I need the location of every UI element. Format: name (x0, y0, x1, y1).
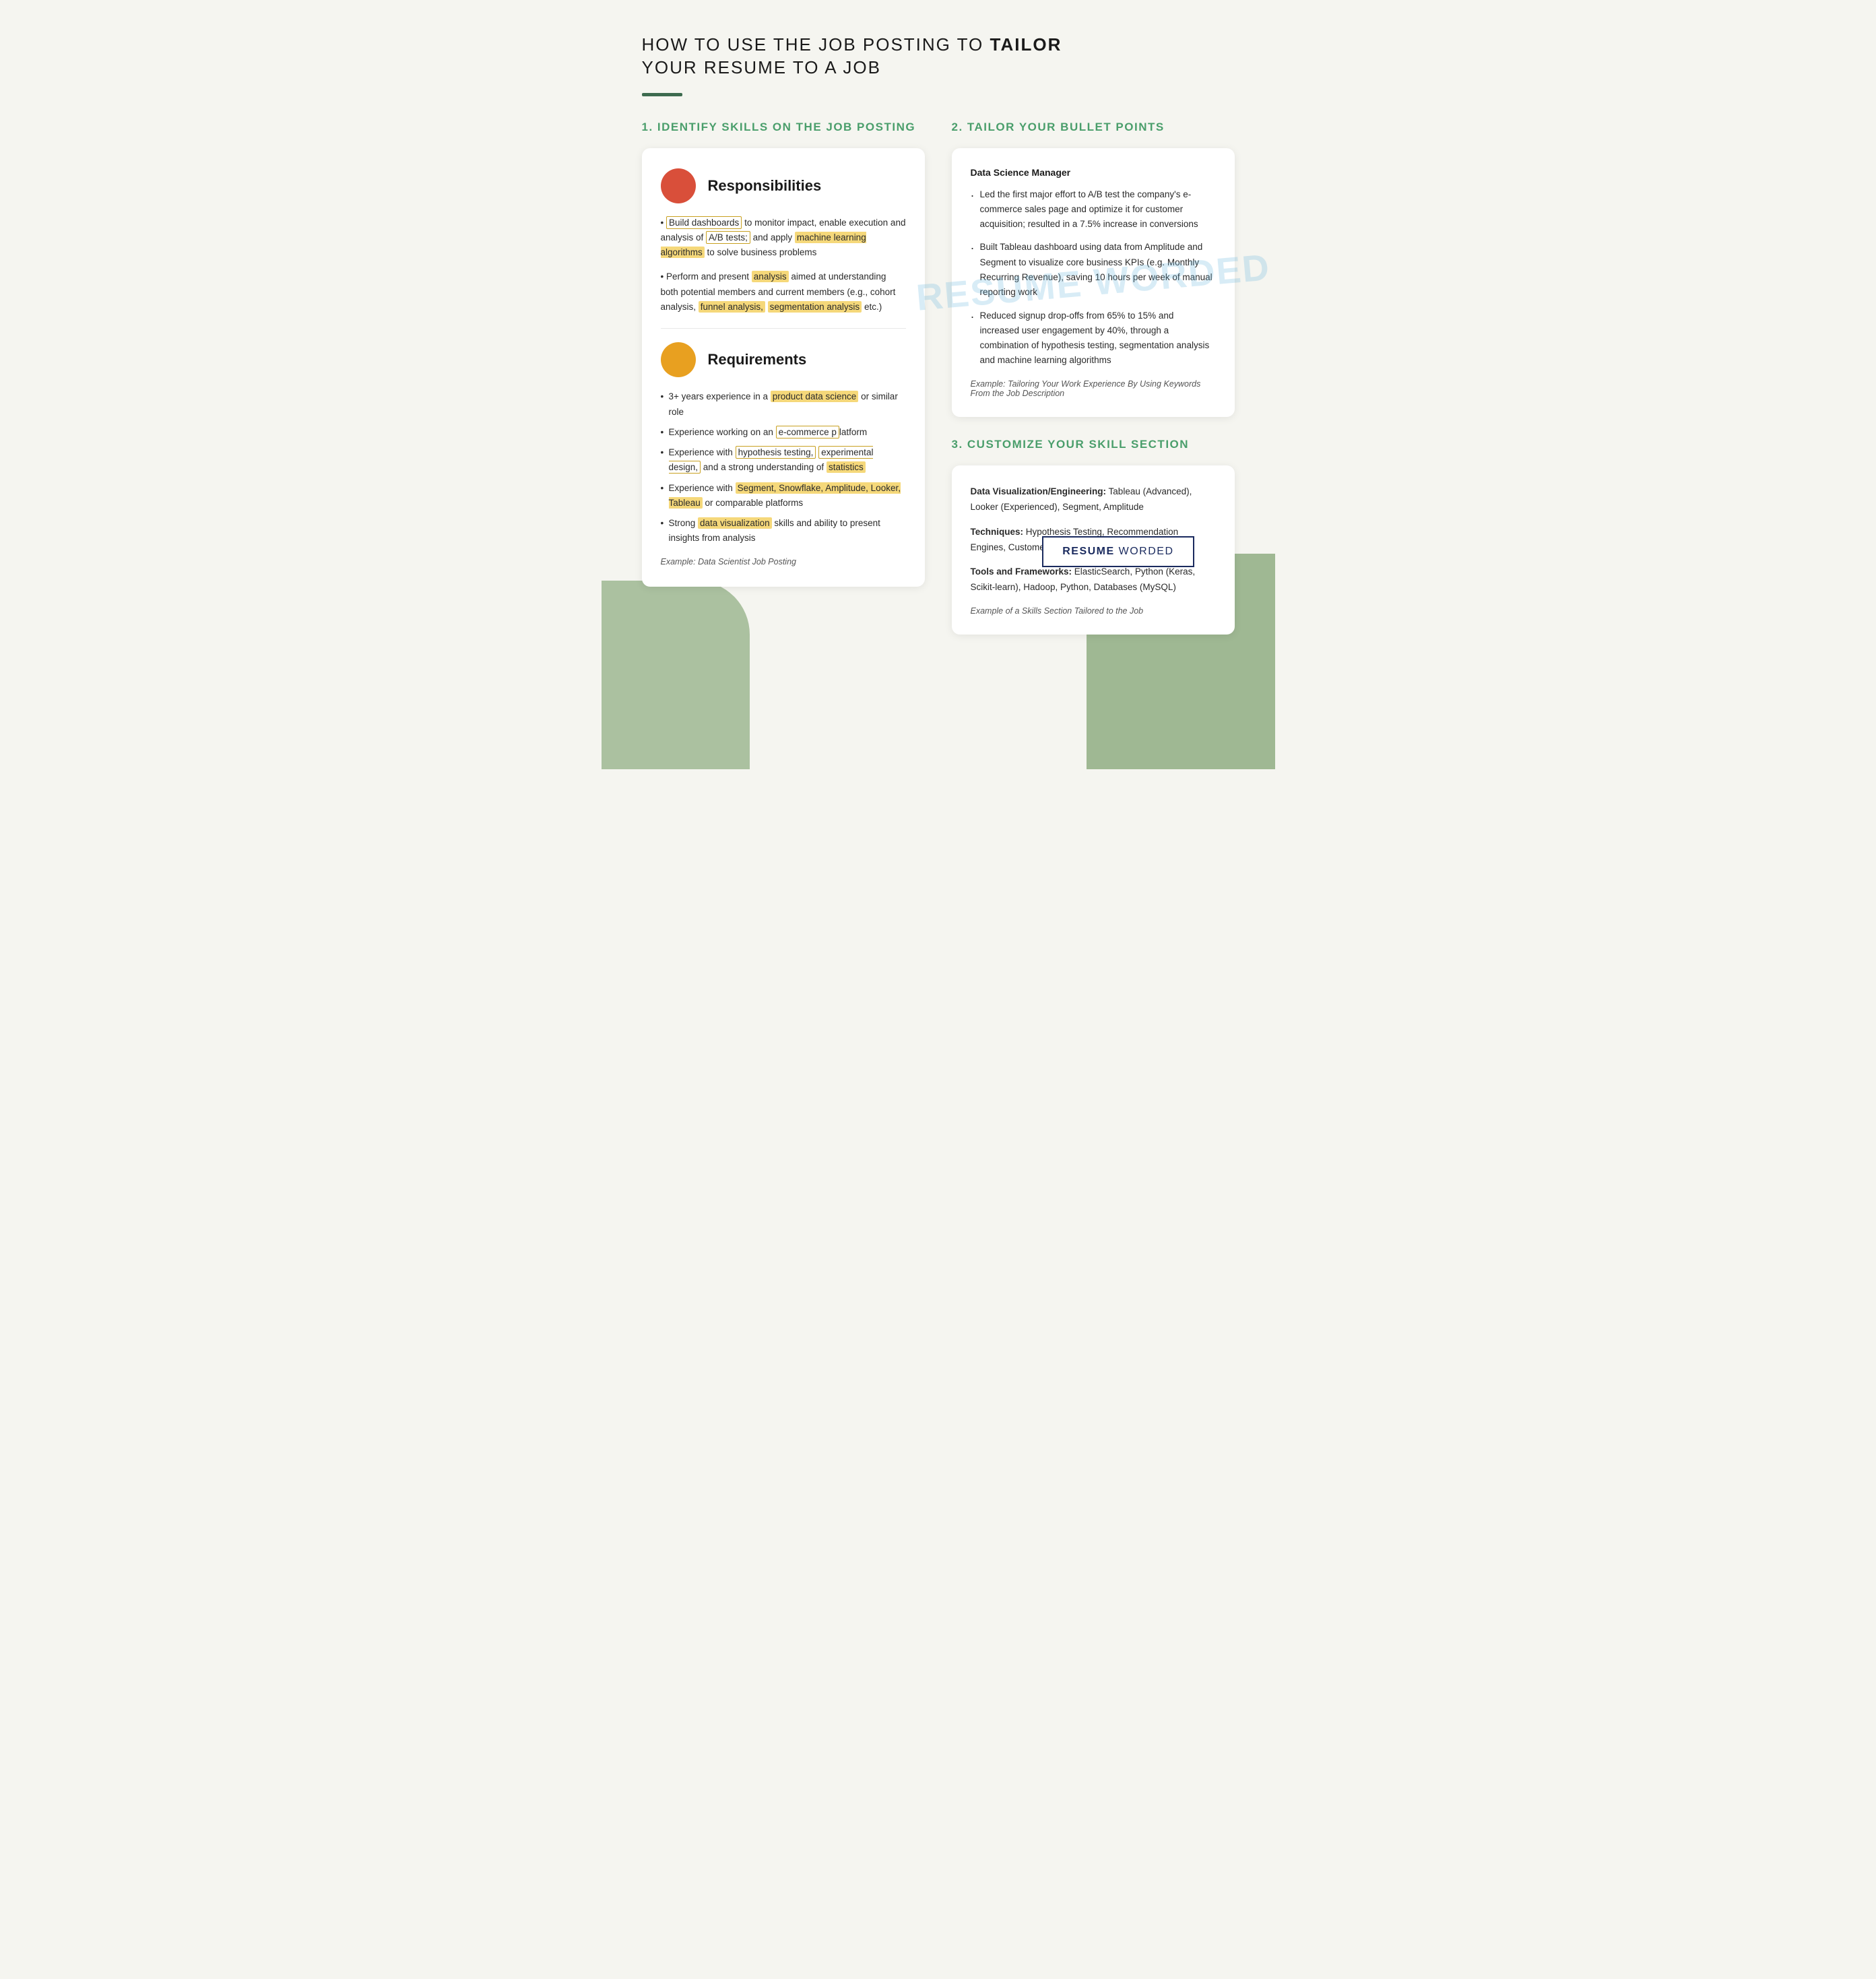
req-item-2: Experience working on an e-commerce plat… (661, 425, 906, 440)
highlight-ab-tests: A/B tests; (706, 231, 750, 244)
responsibilities-title: Responsibilities (708, 177, 822, 195)
job-posting-card: Responsibilities • Build dashboards to m… (642, 148, 925, 587)
red-circle-icon (661, 168, 696, 203)
responsibilities-header: Responsibilities (661, 168, 906, 203)
highlight-ecommerce: e-commerce p (776, 426, 839, 439)
section2-heading: 2. TAILOR YOUR BULLET POINTS (952, 120, 1235, 135)
highlight-segmentation-analysis: segmentation analysis (768, 301, 862, 313)
section2-example: Example: Tailoring Your Work Experience … (971, 379, 1216, 398)
yellow-circle-icon (661, 342, 696, 377)
req-item-1: 3+ years experience in a product data sc… (661, 389, 906, 420)
highlight-build-dashboards: Build dashboards (666, 216, 742, 229)
badge-label: RESUME WORDED (1062, 546, 1173, 557)
skills-line1: Data Visualization/Engineering: Tableau … (971, 484, 1216, 515)
page-title: HOW TO USE THE JOB POSTING TO TAILOR YOU… (642, 34, 1235, 79)
highlight-tools: Segment, Snowflake, Amplitude, Looker, T… (669, 482, 901, 509)
highlight-analysis: analysis (752, 271, 789, 282)
req-item-3: Experience with hypothesis testing, expe… (661, 445, 906, 476)
req-item-5: Strong data visualization skills and abi… (661, 516, 906, 546)
section3-example: Example of a Skills Section Tailored to … (971, 606, 1216, 616)
resume-worded-badge: RESUME WORDED (1042, 536, 1194, 567)
bullet-2: Built Tableau dashboard using data from … (971, 240, 1216, 300)
highlight-statistics: statistics (827, 461, 866, 473)
left-column: 1. IDENTIFY SKILLS ON THE JOB POSTING Re… (642, 120, 925, 587)
section1-example: Example: Data Scientist Job Posting (661, 557, 906, 566)
resp-para1: • Build dashboards to monitor impact, en… (661, 216, 906, 261)
requirements-header: Requirements (661, 342, 906, 377)
resp-para2: • Perform and present analysis aimed at … (661, 269, 906, 315)
requirements-list: 3+ years experience in a product data sc… (661, 389, 906, 546)
skills-line3: Tools and Frameworks: ElasticSearch, Pyt… (971, 564, 1216, 595)
job-title: Data Science Manager (971, 167, 1216, 178)
highlight-funnel-analysis: funnel analysis, (699, 301, 765, 313)
bullet-points-card: Data Science Manager Led the first major… (952, 148, 1235, 417)
section3-heading: 3. CUSTOMIZE YOUR SKILL SECTION (952, 437, 1235, 452)
title-underline (642, 93, 682, 96)
section1-heading: 1. IDENTIFY SKILLS ON THE JOB POSTING (642, 120, 925, 135)
bullet-1: Led the first major effort to A/B test t… (971, 187, 1216, 232)
req-item-4: Experience with Segment, Snowflake, Ampl… (661, 481, 906, 511)
requirements-title: Requirements (708, 351, 807, 368)
bullet-3: Reduced signup drop-offs from 65% to 15%… (971, 309, 1216, 368)
highlight-data-vis: data visualization (698, 517, 772, 529)
highlight-hypothesis: hypothesis testing, (736, 446, 816, 459)
card-divider (661, 328, 906, 329)
highlight-ml-algorithms: machine learning algorithms (661, 232, 866, 258)
highlight-product-data-science: product data science (771, 391, 859, 402)
